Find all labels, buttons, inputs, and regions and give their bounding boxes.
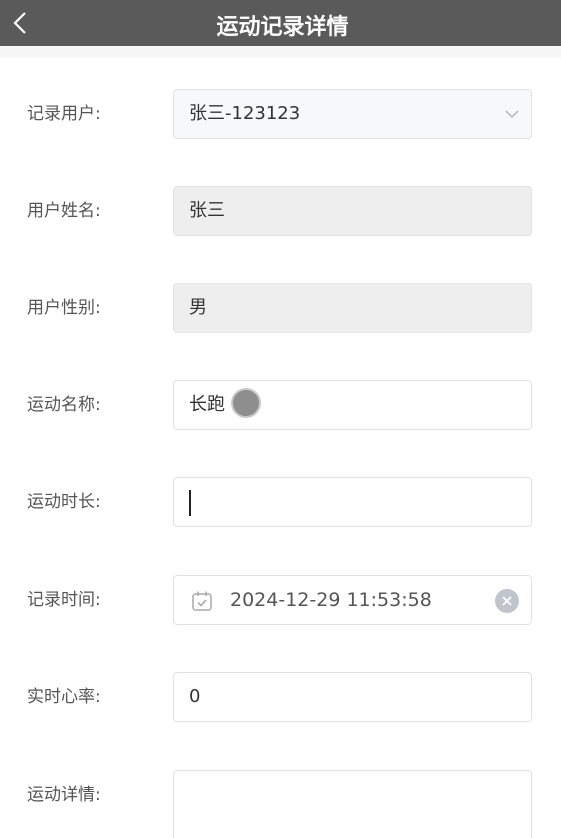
page-title: 运动记录详情	[216, 15, 349, 40]
record-time-value: 2024-12-29 11:53:58	[230, 589, 432, 611]
sport-duration-input[interactable]	[173, 477, 532, 527]
form-row-record-user: 记录用户: 张三-123123	[0, 89, 561, 139]
user-name-label: 用户姓名:	[27, 201, 101, 221]
sport-name-input[interactable]: 长跑	[173, 380, 532, 430]
heart-rate-label: 实时心率:	[27, 687, 101, 707]
record-user-label: 记录用户:	[27, 104, 101, 124]
form-row-heart-rate: 实时心率: 0	[0, 672, 561, 722]
sport-duration-label: 运动时长:	[27, 492, 101, 512]
record-user-value: 张三-123123	[189, 103, 301, 124]
form-row-sport-duration: 运动时长:	[0, 477, 561, 527]
sport-detail-textarea[interactable]	[173, 770, 532, 838]
text-cursor	[189, 490, 191, 516]
heart-rate-value: 0	[189, 686, 201, 707]
form-row-record-time: 记录时间: 2024-12-29 11:53:58	[0, 575, 561, 625]
sport-name-value: 长跑	[189, 394, 225, 415]
record-time-picker[interactable]: 2024-12-29 11:53:58	[173, 575, 532, 625]
header-bar: 运动记录详情	[0, 0, 561, 46]
user-gender-label: 用户性别:	[27, 298, 101, 318]
user-name-value: 张三	[189, 200, 225, 221]
record-user-select[interactable]: 张三-123123	[173, 89, 532, 139]
calendar-icon	[191, 590, 213, 612]
user-name-field: 张三	[173, 186, 532, 236]
form-row-sport-detail: 运动详情:	[0, 770, 561, 838]
header-divider	[0, 46, 561, 58]
heart-rate-input[interactable]: 0	[173, 672, 532, 722]
form-row-user-gender: 用户性别: 男	[0, 283, 561, 333]
form-row-sport-name: 运动名称: 长跑	[0, 380, 561, 430]
record-time-label: 记录时间:	[27, 590, 101, 610]
user-gender-value: 男	[189, 297, 207, 318]
sport-detail-label: 运动详情:	[27, 785, 101, 805]
clear-icon[interactable]	[494, 588, 520, 614]
form-row-user-name: 用户姓名: 张三	[0, 186, 561, 236]
touch-indicator	[231, 388, 261, 418]
user-gender-field: 男	[173, 283, 532, 333]
sport-name-label: 运动名称:	[27, 395, 101, 415]
chevron-down-icon	[503, 105, 521, 123]
